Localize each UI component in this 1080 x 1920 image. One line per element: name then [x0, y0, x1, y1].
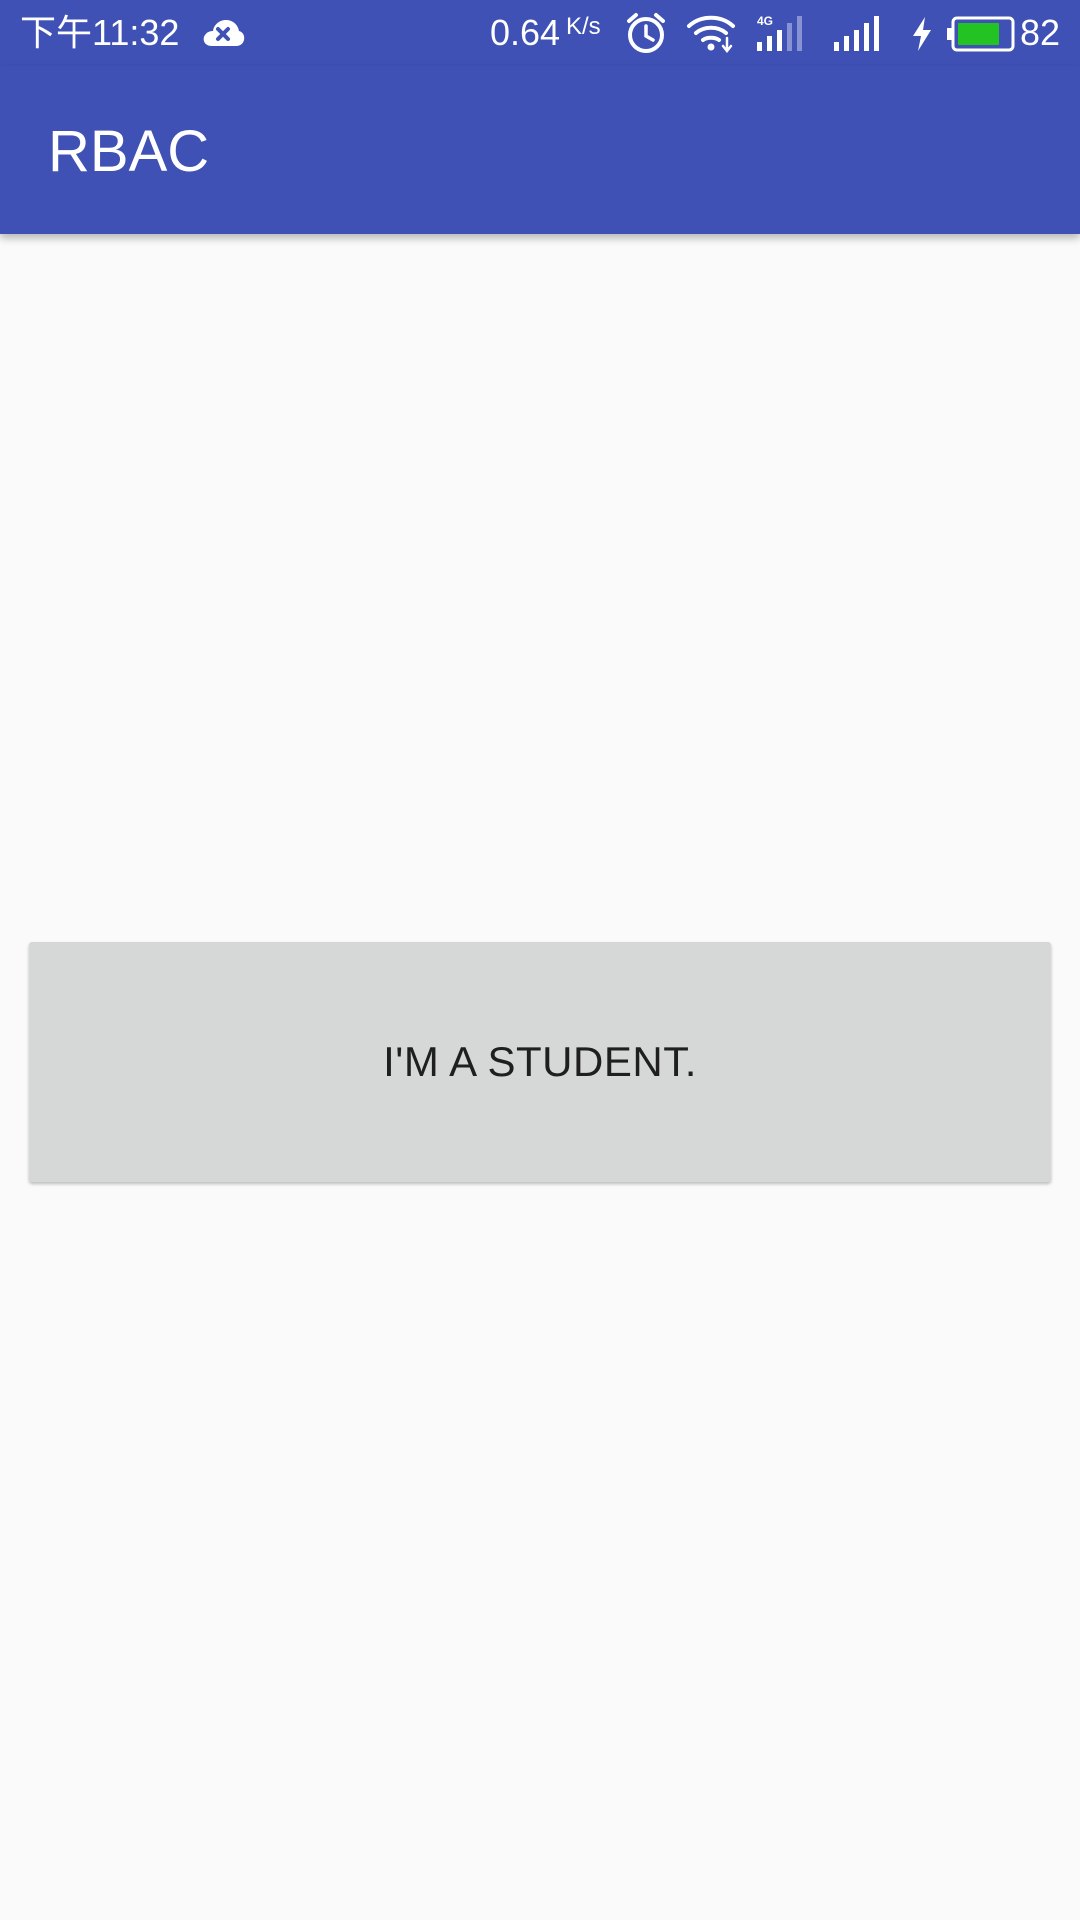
screen: 下午11:32 0.64 K/s 4G 82 RBAC I'M A STUDEN…: [0, 0, 1080, 1920]
battery-level: 82: [1020, 12, 1061, 53]
status-time: 下午11:32: [20, 12, 180, 53]
app-title: RBAC: [48, 119, 210, 184]
status-bar: 下午11:32 0.64 K/s 4G 82: [0, 0, 1080, 66]
charging-icon: [913, 17, 931, 51]
network-speed-unit: K/s: [566, 13, 601, 40]
app-bar: RBAC: [0, 66, 1080, 234]
signal-4g-icon: [757, 16, 802, 51]
network-speed: 0.64: [490, 12, 561, 53]
alarm-icon: [627, 13, 665, 53]
student-button[interactable]: I'M A STUDENT.: [29, 942, 1051, 1182]
cloud-off-icon: [203, 20, 245, 46]
signal-icon: [834, 16, 879, 51]
student-button-label: I'M A STUDENT.: [383, 1038, 697, 1085]
battery-icon: [947, 16, 1015, 52]
wifi-icon: [687, 15, 735, 54]
